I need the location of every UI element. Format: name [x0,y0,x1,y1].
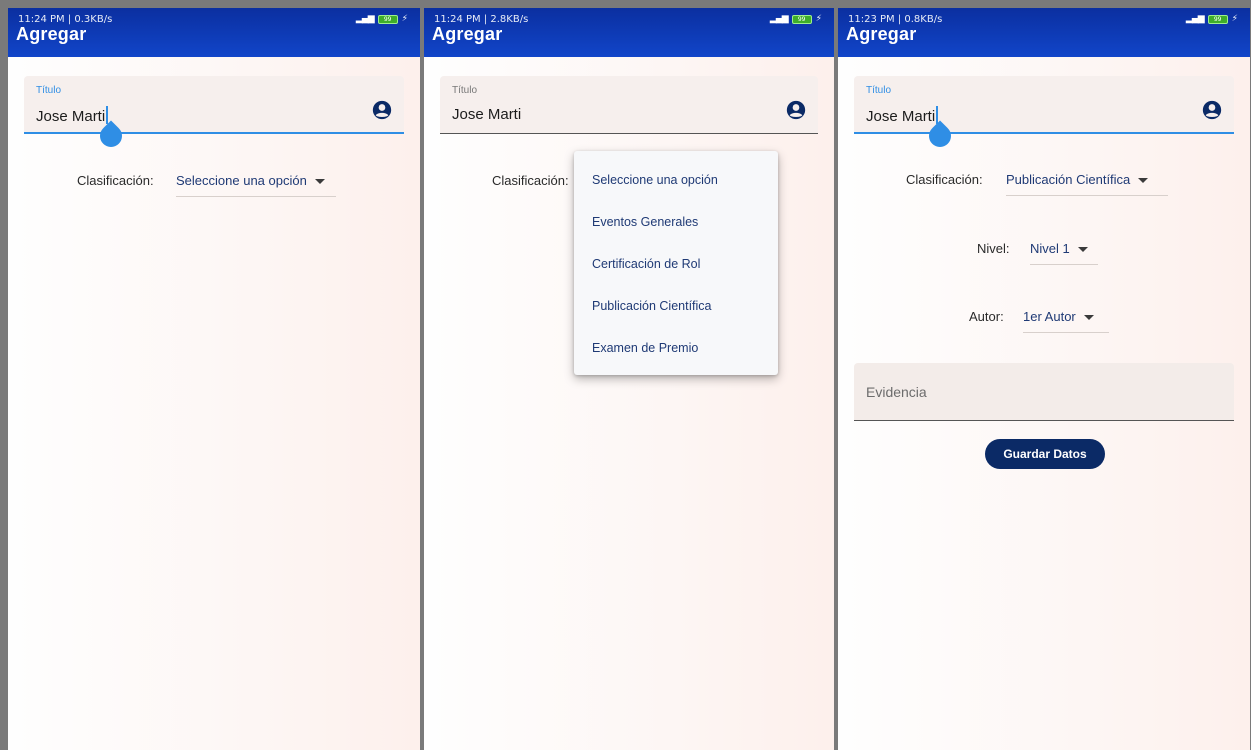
classification-label: Clasificación: [77,173,154,188]
charging-icon: ⚡ [401,14,408,24]
battery-icon: 99 [791,14,812,24]
evidence-field[interactable]: Evidencia [854,363,1234,421]
app-title: Agregar [432,24,503,44]
app-bar: 11:23 PM | 0.8KB/s ▂▄▆ 99 ⚡ Agregar [838,8,1250,57]
menu-item-seleccione[interactable]: Seleccione una opción [592,173,718,187]
phone-screen-1: 11:24 PM | 0.3KB/s ▂▄▆ 99 ⚡ Agregar Títu… [8,8,420,750]
autor-label: Autor: [969,309,1004,324]
phone-screen-2: 11:24 PM | 2.8KB/s ▂▄▆ 99 ⚡ Agregar Títu… [424,8,834,750]
classification-dropdown[interactable]: Seleccione una opción [176,173,336,197]
status-icons: ▂▄▆ 99 ⚡ [1186,14,1238,24]
charging-icon: ⚡ [1231,14,1238,24]
signal-icon: ▂▄▆ [769,14,789,24]
classification-selected: Seleccione una opción [176,173,307,188]
nivel-label: Nivel: [977,241,1010,256]
app-title: Agregar [16,24,87,44]
title-field-label: Título [36,85,62,96]
signal-icon: ▂▄▆ [1185,14,1205,24]
battery-icon: 99 [1207,14,1228,24]
phone-screen-3: 11:23 PM | 0.8KB/s ▂▄▆ 99 ⚡ Agregar Títu… [838,8,1250,750]
classification-label: Clasificación: [906,172,983,187]
menu-item-eventos-generales[interactable]: Eventos Generales [592,215,698,229]
app-bar: 11:24 PM | 2.8KB/s ▂▄▆ 99 ⚡ Agregar [424,8,834,57]
dropdown-arrow-icon [314,179,325,184]
menu-item-publicacion-cientifica[interactable]: Publicación Científica [592,299,712,313]
signal-icon: ▂▄▆ [355,14,375,24]
classification-dropdown[interactable]: Publicación Científica [1006,172,1168,196]
title-field-label: Título [452,85,478,96]
account-circle-icon[interactable] [1202,100,1222,120]
app-title: Agregar [846,24,917,44]
title-field[interactable]: Título Jose Marti [440,76,818,134]
classification-dropdown-menu: Seleccione una opción Eventos Generales … [574,151,778,375]
nivel-selected: Nivel 1 [1030,241,1070,256]
title-field[interactable]: Título Jose Marti [854,76,1234,134]
nivel-dropdown[interactable]: Nivel 1 [1030,241,1098,265]
classification-selected: Publicación Científica [1006,172,1131,187]
app-bar: 11:24 PM | 0.3KB/s ▂▄▆ 99 ⚡ Agregar [8,8,420,57]
autor-selected: 1er Autor [1023,309,1076,324]
title-field-label: Título [866,85,892,96]
charging-icon: ⚡ [815,14,822,24]
battery-icon: 99 [377,14,398,24]
title-field-value[interactable]: Jose Marti [866,106,939,125]
autor-dropdown[interactable]: 1er Autor [1023,309,1109,333]
text-caret [106,106,109,124]
dropdown-arrow-icon [1138,178,1149,183]
title-field-value[interactable]: Jose Marti [36,106,109,125]
status-icons: ▂▄▆ 99 ⚡ [770,14,822,24]
classification-label: Clasificación: [492,173,569,188]
menu-item-examen-premio[interactable]: Examen de Premio [592,341,698,355]
account-circle-icon[interactable] [372,100,392,120]
dropdown-arrow-icon [1077,247,1088,252]
title-field-value[interactable]: Jose Marti [452,106,521,123]
save-data-button[interactable]: Guardar Datos [985,439,1105,469]
evidence-field-label: Evidencia [866,384,927,400]
dropdown-arrow-icon [1083,315,1094,320]
title-field[interactable]: Título Jose Marti [24,76,404,134]
account-circle-icon[interactable] [786,100,806,120]
menu-item-certificacion-rol[interactable]: Certificación de Rol [592,257,700,271]
status-icons: ▂▄▆ 99 ⚡ [356,14,408,24]
